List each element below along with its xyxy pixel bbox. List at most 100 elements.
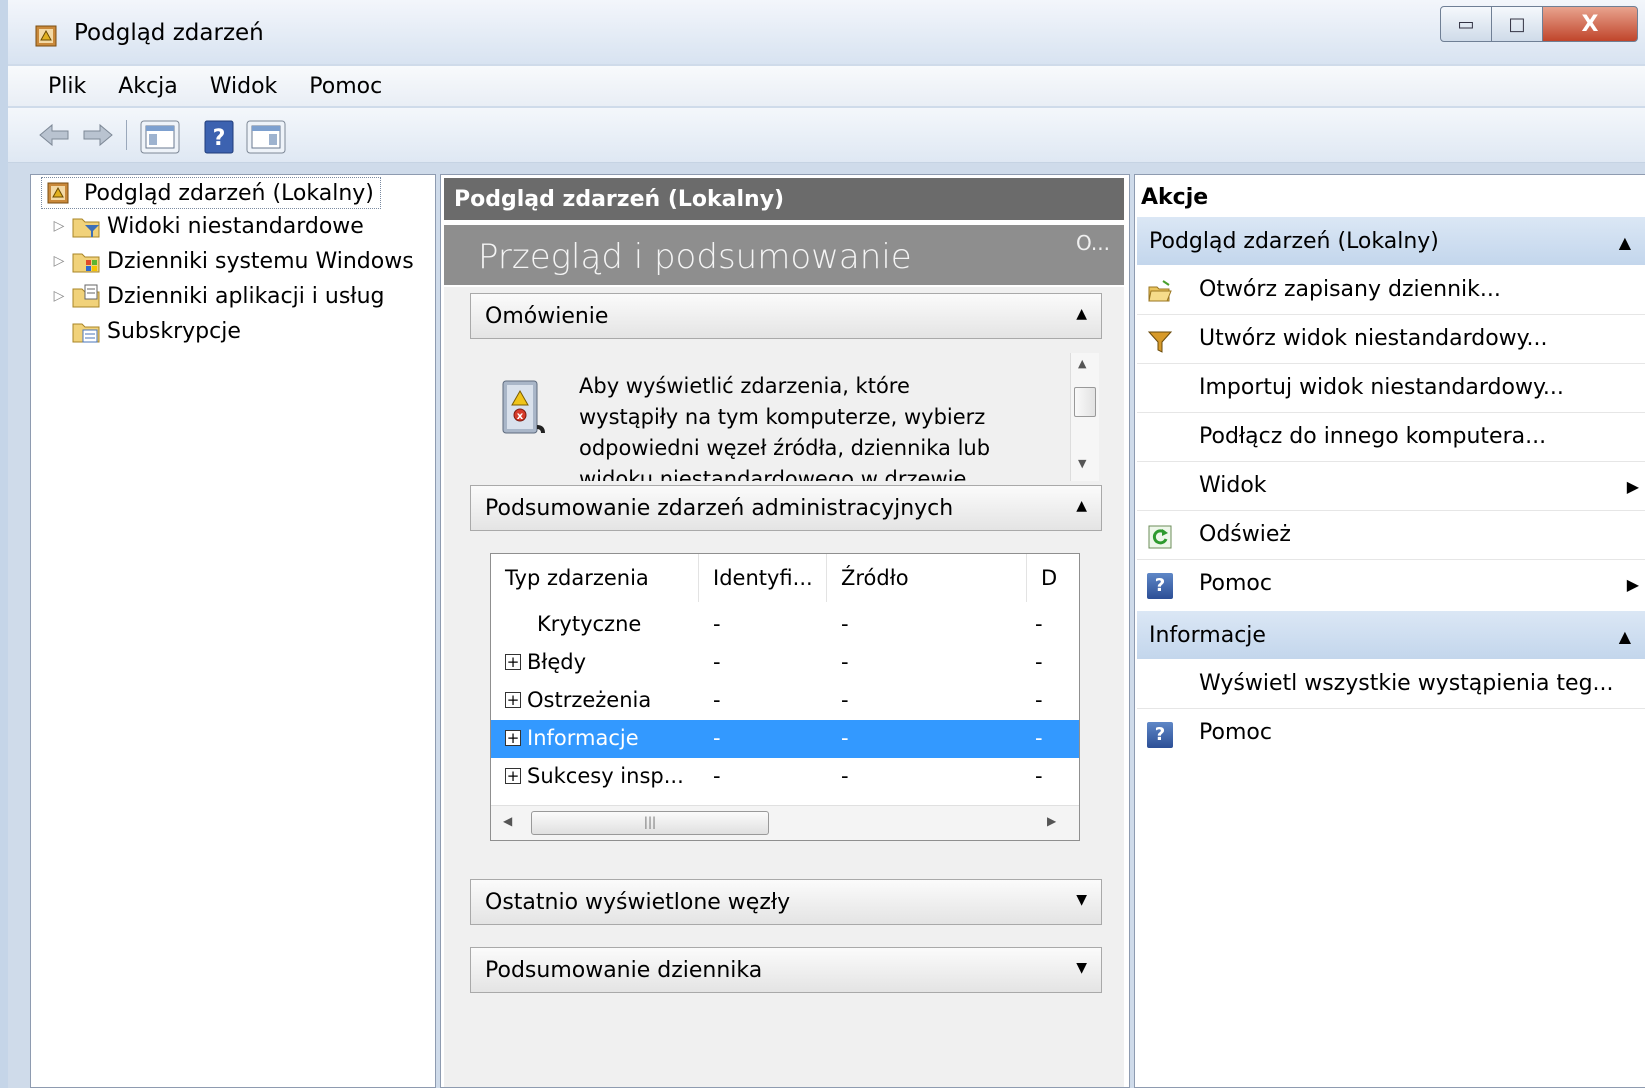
collapse-triangle-icon[interactable]: ▲ <box>1619 233 1631 252</box>
cell-type: Ostrzeżenia <box>527 688 652 712</box>
section-admin-summary-header[interactable]: Podsumowanie zdarzeń administracyjnych ▲ <box>470 485 1102 531</box>
column-header-d[interactable]: D <box>1027 554 1079 602</box>
svg-text:?: ? <box>213 126 226 151</box>
action-group-title: Informacje <box>1149 622 1266 648</box>
expand-arrow-icon[interactable]: ▼ <box>1076 960 1087 976</box>
cell-d: - <box>1035 650 1043 674</box>
tree-item-custom-views[interactable]: ▷ Widoki niestandardowe <box>49 211 364 241</box>
admin-events-table[interactable]: Typ zdarzenia Identyfi... Źródło D Kryty… <box>490 553 1080 841</box>
action-view[interactable]: Widok ▶ <box>1137 463 1645 511</box>
tree-item-label: Widoki niestandardowe <box>107 213 364 239</box>
action-label: Pomoc <box>1199 571 1272 596</box>
action-refresh[interactable]: Odśwież <box>1137 512 1645 560</box>
expand-plus-icon[interactable]: + <box>505 730 521 746</box>
action-create-custom-view[interactable]: Utwórz widok niestandardowy... <box>1137 316 1645 364</box>
expand-plus-icon[interactable]: + <box>505 654 521 670</box>
window-title: Podgląd zdarzeń <box>74 20 264 46</box>
table-row-selected[interactable]: + Informacje - - - <box>491 720 1079 758</box>
section-overview-header[interactable]: Omówienie ▲ <box>470 293 1102 339</box>
collapse-arrow-icon[interactable]: ▲ <box>1076 498 1087 514</box>
action-label: Importuj widok niestandardowy... <box>1199 375 1564 400</box>
action-open-saved-log[interactable]: Otwórz zapisany dziennik... <box>1137 267 1645 315</box>
scroll-left-arrow-icon[interactable]: ◀ <box>503 814 512 828</box>
menu-view[interactable]: Widok <box>210 72 278 101</box>
expand-arrow-icon[interactable]: ▷ <box>49 218 69 234</box>
table-horizontal-scrollbar[interactable]: ◀ ||| ▶ <box>491 805 1079 840</box>
overview-banner: Przegląd i podsumowanie O... <box>444 225 1124 285</box>
section-title: Podsumowanie zdarzeń administracyjnych <box>485 495 954 521</box>
menu-help[interactable]: Pomoc <box>309 72 382 101</box>
action-connect-computer[interactable]: Podłącz do innego komputera... <box>1137 414 1645 462</box>
forward-arrow-icon[interactable] <box>80 120 114 150</box>
cell-type: Krytyczne <box>537 612 642 636</box>
section-title: Omówienie <box>485 303 609 329</box>
subscriptions-icon <box>69 318 100 344</box>
banner-more-link[interactable]: O... <box>1076 231 1110 255</box>
action-help-info[interactable]: ? Pomoc <box>1137 710 1645 758</box>
scrollbar-thumb[interactable]: ||| <box>531 811 769 835</box>
section-log-summary-header[interactable]: Podsumowanie dziennika ▼ <box>470 947 1102 993</box>
menu-file[interactable]: Plik <box>48 72 86 101</box>
cell-d: - <box>1035 688 1043 712</box>
tree-item-root[interactable]: Podgląd zdarzeń (Lokalny) <box>41 177 381 209</box>
open-folder-icon <box>1148 280 1172 302</box>
table-row[interactable]: + Błędy - - - <box>491 644 1079 682</box>
cell-source: - <box>841 726 849 750</box>
cell-d: - <box>1035 764 1043 788</box>
scrollbar-thumb[interactable] <box>1074 387 1096 417</box>
table-row[interactable]: + Sukcesy insp... - - - <box>491 758 1079 796</box>
tree-item-subscriptions[interactable]: Subskrypcje <box>69 316 241 346</box>
action-label: Utwórz widok niestandardowy... <box>1199 326 1548 351</box>
overview-description: Aby wyświetlić zdarzenia, które wystąpił… <box>579 374 991 481</box>
section-recent-nodes-header[interactable]: Ostatnio wyświetlone węzły ▼ <box>470 879 1102 925</box>
action-import-custom-view[interactable]: Importuj widok niestandardowy... <box>1137 365 1645 413</box>
column-header-source[interactable]: Źródło <box>827 554 1027 602</box>
event-viewer-window: Podgląd zdarzeń ▭ □ X Plik Akcja Widok P… <box>0 0 1645 1088</box>
help-icon[interactable]: ? <box>204 120 234 154</box>
table-row[interactable]: + Ostrzeżenia - - - <box>491 682 1079 720</box>
collapse-arrow-icon[interactable]: ▲ <box>1076 306 1087 322</box>
scroll-right-arrow-icon[interactable]: ▶ <box>1047 814 1056 828</box>
custom-views-folder-icon <box>69 213 100 239</box>
scroll-up-arrow-icon[interactable]: ▲ <box>1078 357 1086 370</box>
maximize-button[interactable]: □ <box>1491 6 1543 42</box>
console-tree-pane: Podgląd zdarzeń (Lokalny) ▷ Widoki niest… <box>30 174 436 1088</box>
actions-pane: Akcje Podgląd zdarzeń (Lokalny) ▲ Otwórz… <box>1134 174 1645 1088</box>
expand-arrow-icon[interactable]: ▼ <box>1076 892 1087 908</box>
column-header-event-type[interactable]: Typ zdarzenia <box>491 554 699 602</box>
cell-source: - <box>841 764 849 788</box>
expand-arrow-icon[interactable]: ▷ <box>49 253 69 269</box>
cell-d: - <box>1035 726 1043 750</box>
cell-d: - <box>1035 612 1043 636</box>
section-title: Podsumowanie dziennika <box>485 957 763 983</box>
action-show-all-instances[interactable]: Wyświetl wszystkie wystąpienia teg... <box>1137 661 1645 709</box>
cell-source: - <box>841 688 849 712</box>
svg-text:x: x <box>517 411 524 422</box>
expand-plus-icon[interactable]: + <box>505 692 521 708</box>
show-hide-console-tree-icon[interactable] <box>140 120 180 154</box>
action-help[interactable]: ? Pomoc ▶ <box>1137 561 1645 609</box>
expand-plus-icon[interactable]: + <box>505 768 521 784</box>
cell-id: - <box>713 612 721 636</box>
overview-vertical-scrollbar[interactable]: ▲ ▼ <box>1070 353 1099 481</box>
column-header-id[interactable]: Identyfi... <box>699 554 827 602</box>
title-bar[interactable]: Podgląd zdarzeń ▭ □ X <box>8 0 1645 64</box>
scroll-down-arrow-icon[interactable]: ▼ <box>1078 457 1086 470</box>
minimize-button[interactable]: ▭ <box>1440 6 1492 42</box>
table-row[interactable]: Krytyczne - - - <box>491 606 1079 644</box>
action-label: Otwórz zapisany dziennik... <box>1199 277 1501 302</box>
close-button[interactable]: X <box>1542 6 1638 42</box>
show-hide-action-pane-icon[interactable] <box>246 120 286 154</box>
tree-item-app-service-logs[interactable]: ▷ Dzienniki aplikacji i usług <box>49 281 385 311</box>
tree-item-windows-logs[interactable]: ▷ Dzienniki systemu Windows <box>49 246 414 276</box>
cell-type: Sukcesy insp... <box>527 764 684 788</box>
event-viewer-icon <box>46 180 74 206</box>
expand-arrow-icon[interactable]: ▷ <box>49 288 69 304</box>
menu-action[interactable]: Akcja <box>118 72 177 101</box>
collapse-triangle-icon[interactable]: ▲ <box>1619 627 1631 646</box>
back-arrow-icon[interactable] <box>38 120 72 150</box>
banner-title: Przegląd i podsumowanie <box>478 237 912 277</box>
action-group-event-viewer[interactable]: Podgląd zdarzeń (Lokalny) ▲ <box>1137 217 1645 265</box>
tree-item-label: Dzienniki aplikacji i usług <box>107 283 385 309</box>
action-group-information[interactable]: Informacje ▲ <box>1137 611 1645 659</box>
